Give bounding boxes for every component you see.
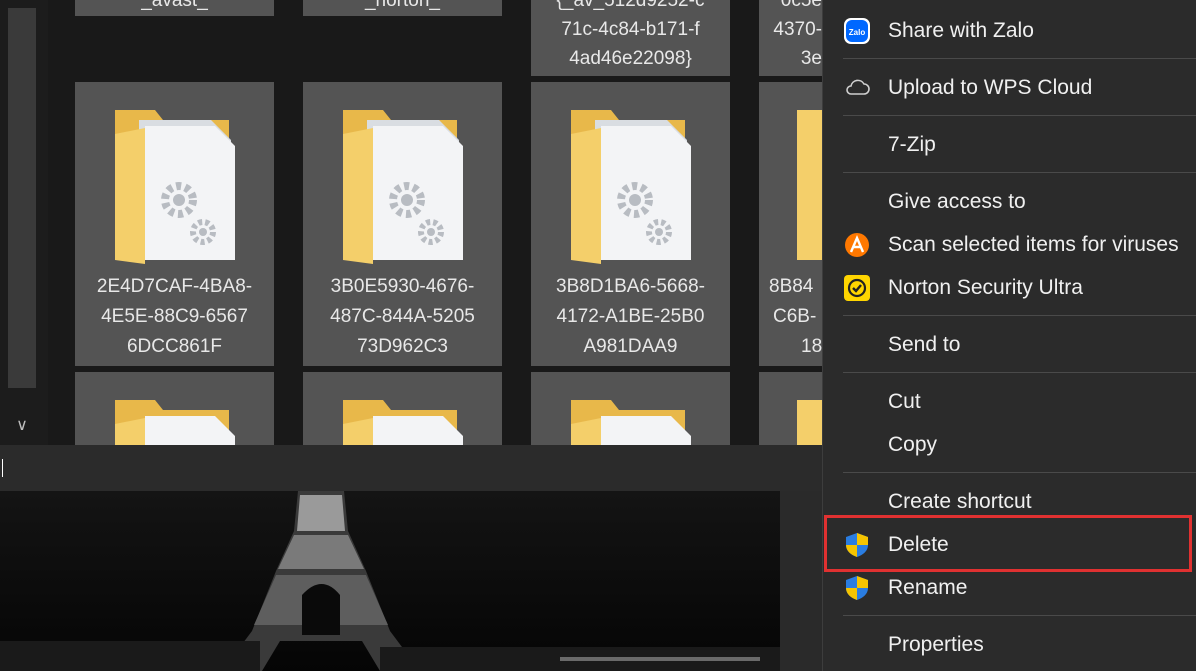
folder-tile[interactable]: 3B0E5930-4676- 487C-844A-5205 73D962C3 [303, 82, 502, 366]
menu-item-label: Upload to WPS Cloud [888, 76, 1093, 99]
cloud-icon [846, 79, 870, 95]
folder-tile-partial[interactable]: 8B84 C6B- 18 [759, 82, 822, 366]
file-explorer: ∨ _avast_ _norton_ {_av_512d9252-c 71c-4… [0, 0, 822, 445]
folder-gears-icon [115, 110, 235, 264]
menu-item-label: Norton Security Ultra [888, 276, 1083, 299]
folder-name-line: 4172-A1BE-25B0 [556, 306, 705, 327]
menu-separator [843, 615, 1196, 616]
folder-tile[interactable]: 2E4D7CAF-4BA8- 4E5E-88C9-6567 6DCC861F [75, 82, 274, 366]
folder-name-line: 18 [801, 336, 822, 357]
menu-item-norton-security-ultra[interactable]: Norton Security Ultra [823, 268, 1196, 308]
folder-tile-partial[interactable]: 0c5e 4370- 3e [759, 0, 822, 76]
menu-item-label: Properties [888, 633, 984, 656]
folder-icon [571, 400, 691, 445]
folder-name-line: 73D962C3 [357, 336, 448, 357]
zalo-icon: Zalo [844, 18, 870, 44]
folder-tile[interactable] [303, 372, 502, 445]
folder-name-line: 8B84 [769, 276, 814, 297]
uac-shield-icon [846, 576, 868, 600]
folder-tile[interactable] [75, 372, 274, 445]
folder-name-line: 4ad46e22098} [569, 48, 692, 69]
menu-separator [843, 315, 1196, 316]
navigation-pane: ∨ [0, 0, 48, 445]
text-caret [2, 459, 3, 477]
menu-item-give-access-to[interactable]: Give access to [823, 182, 1196, 222]
folder-icon [115, 400, 235, 445]
folder-tile-norton[interactable]: _norton_ [303, 0, 502, 16]
delete-highlight-box [824, 515, 1192, 572]
folder-name-line: A981DAA9 [583, 336, 678, 357]
folder-name-line: 4370- [773, 19, 822, 40]
folder-tile-partial[interactable] [759, 372, 822, 445]
folder-gears-icon [343, 110, 463, 264]
menu-separator [843, 472, 1196, 473]
folder-name-line: 3e [800, 48, 822, 69]
menu-item-cut[interactable]: Cut [823, 382, 1196, 422]
folder-icon [343, 400, 463, 445]
menu-item-label: Give access to [888, 190, 1026, 213]
explorer-status-bar [0, 445, 822, 491]
folder-name-line: {_av_512d9252-c [556, 0, 705, 11]
folder-name-line: 3B8D1BA6-5668- [556, 276, 705, 297]
folder-name: _norton_ [364, 0, 440, 11]
folder-name: _avast_ [141, 0, 208, 11]
eiffel-tower-image [0, 491, 822, 671]
menu-item-label: Scan selected items for viruses [888, 233, 1179, 256]
folder-tile-av-guid[interactable]: {_av_512d9252-c 71c-4c84-b171-f 4ad46e22… [531, 0, 730, 76]
menu-separator [843, 115, 1196, 116]
menu-item-share-with-zalo[interactable]: Zalo Share with Zalo [823, 11, 1196, 51]
scroll-down-arrow-icon[interactable]: ∨ [8, 412, 36, 440]
folder-name-line: 4E5E-88C9-6567 [101, 306, 248, 327]
menu-separator [843, 172, 1196, 173]
folder-tile-avast[interactable]: _avast_ [75, 0, 274, 16]
folder-tile[interactable] [531, 372, 730, 445]
scrollbar-thumb[interactable] [8, 8, 36, 388]
menu-item-label: Cut [888, 390, 921, 413]
norton-icon [844, 275, 870, 301]
folder-name-line: 3B0E5930-4676- [330, 276, 475, 297]
folder-icon [797, 400, 822, 445]
menu-separator [843, 372, 1196, 373]
menu-item-label: Rename [888, 576, 968, 599]
menu-item-label: Share with Zalo [888, 19, 1034, 42]
folder-name-line: 6DCC861F [126, 336, 223, 357]
folder-name-line: 2E4D7CAF-4BA8- [96, 276, 253, 297]
menu-item-upload-to-wps-cloud[interactable]: Upload to WPS Cloud [823, 68, 1196, 108]
menu-item-properties[interactable]: Properties [823, 625, 1196, 665]
menu-item-label: Copy [888, 433, 938, 456]
folder-name-line: 0c5e [780, 0, 822, 11]
folder-name-line: 487C-844A-5205 [330, 306, 475, 327]
desktop-wallpaper [0, 491, 822, 671]
svg-text:Zalo: Zalo [849, 28, 866, 37]
folder-icon [797, 110, 822, 260]
menu-item-7-zip[interactable]: 7-Zip [823, 125, 1196, 165]
folder-gears-icon [571, 110, 691, 264]
menu-item-copy[interactable]: Copy [823, 425, 1196, 465]
menu-separator [843, 58, 1196, 59]
menu-item-scan-for-viruses[interactable]: Scan selected items for viruses [823, 225, 1196, 265]
menu-item-label: 7-Zip [888, 133, 936, 156]
menu-item-label: Send to [888, 333, 961, 356]
folder-tile[interactable]: 3B8D1BA6-5668- 4172-A1BE-25B0 A981DAA9 [531, 82, 730, 366]
menu-item-send-to[interactable]: Send to [823, 325, 1196, 365]
menu-item-rename[interactable]: Rename [823, 568, 1196, 608]
avast-icon [845, 233, 869, 257]
folder-name-line: C6B- [773, 306, 817, 327]
folder-name-line: 71c-4c84-b171-f [561, 19, 700, 40]
